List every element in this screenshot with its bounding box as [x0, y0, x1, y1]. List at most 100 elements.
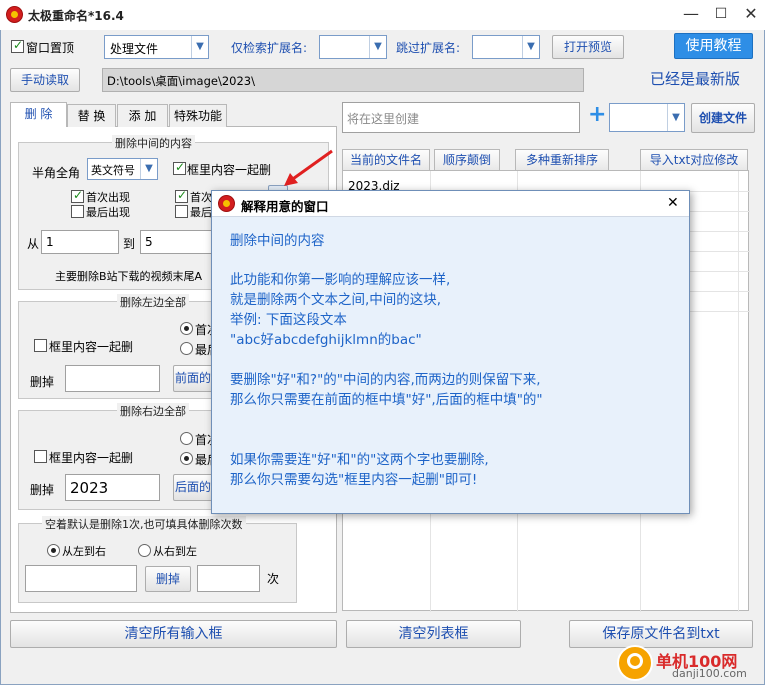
skip-ext-select[interactable]: ▼: [472, 35, 540, 59]
popup-line: 就是删除两个文本之间,中间的这块,: [230, 292, 442, 308]
header-resort[interactable]: 多种重新排序: [515, 149, 609, 171]
from-input[interactable]: 1: [41, 230, 119, 254]
left-front-button[interactable]: 前面的: [173, 365, 213, 392]
tutorial-button[interactable]: 使用教程: [674, 33, 753, 59]
middle-note: 主要删除B站下载的视频末尾A: [55, 270, 203, 283]
right-last-radio[interactable]: [180, 452, 193, 465]
app-logo-icon: [218, 195, 235, 212]
first-occur-2-checkbox[interactable]: [175, 188, 188, 203]
delete-count-title: 空着默认是删除1次,也可填具体删除次数: [42, 516, 246, 532]
right-to-left-radio[interactable]: [138, 544, 151, 557]
header-reverse-order[interactable]: 顺序颠倒: [434, 149, 500, 171]
close-button[interactable]: ✕: [740, 4, 762, 24]
watermark-logo-icon: [617, 645, 653, 681]
right-first-radio[interactable]: [180, 432, 193, 445]
popup-line: 删除中间的内容: [230, 233, 325, 249]
last-occur-checkbox[interactable]: [71, 205, 84, 218]
count-text-input[interactable]: [25, 565, 137, 592]
skip-ext-label: 跳过扩展名:: [396, 41, 461, 55]
delete-middle-title: 删除中间的内容: [112, 135, 195, 151]
right-delete-value: 2023: [70, 479, 109, 497]
clear-inputs-button[interactable]: 清空所有输入框: [10, 620, 337, 648]
update-status: 已经是最新版: [650, 70, 741, 88]
popup-title-bar: 解释用意的窗口 ✕: [212, 191, 689, 217]
first-occur-2-label: 首次: [190, 191, 212, 204]
to-label: 到: [123, 237, 136, 251]
header-current-name[interactable]: 当前的文件名: [342, 149, 430, 171]
mode-select[interactable]: 处理文件 ▼: [104, 35, 209, 59]
delete-right-title: 删除右边全部: [117, 403, 189, 419]
left-last-radio[interactable]: [180, 342, 193, 355]
count-number-input[interactable]: [197, 565, 260, 592]
tab-add[interactable]: 添 加: [117, 104, 168, 127]
chevron-down-icon: ▼: [369, 36, 386, 58]
create-file-button[interactable]: 创建文件: [691, 103, 755, 133]
create-placeholder: 将在这里创建: [347, 112, 420, 126]
to-input[interactable]: 5: [140, 230, 215, 254]
clear-list-button[interactable]: 清空列表框: [346, 620, 521, 648]
from-value: 1: [46, 235, 54, 249]
manual-read-button[interactable]: 手动读取: [10, 68, 80, 92]
middle-together-label: 框里内容一起删: [187, 163, 272, 177]
minimize-button[interactable]: —: [680, 4, 702, 24]
chevron-down-icon: ▼: [191, 36, 208, 58]
create-ext-select[interactable]: ▼: [609, 103, 685, 132]
plus-icon[interactable]: +: [588, 102, 606, 127]
pin-window-checkbox[interactable]: [11, 38, 24, 53]
only-ext-select[interactable]: ▼: [319, 35, 387, 59]
right-front-button[interactable]: 后面的: [173, 474, 213, 501]
width-label: 半角全角: [32, 166, 81, 180]
mode-select-value: 处理文件: [110, 42, 159, 56]
right-delete-input[interactable]: 2023: [65, 474, 160, 501]
header-import-txt[interactable]: 导入txt对应修改: [640, 149, 748, 171]
maximize-button[interactable]: ☐: [710, 4, 732, 24]
popup-line: 如果你需要连"好"和"的"这两个字也要删除,: [230, 452, 489, 468]
only-ext-label: 仅检索扩展名:: [231, 41, 308, 55]
left-to-right-radio[interactable]: [47, 544, 60, 557]
from-label: 从: [27, 237, 40, 251]
last-occur-2-checkbox[interactable]: [175, 205, 188, 218]
left-delete-input[interactable]: [65, 365, 160, 392]
path-value: D:\tools\桌面\image\2023\: [107, 74, 255, 88]
arrow-annotation-icon: [284, 149, 333, 186]
tab-delete[interactable]: 删 除: [10, 102, 67, 127]
popup-close-button[interactable]: ✕: [667, 195, 679, 211]
popup-line: "abc好abcdefghijklmn的bac": [230, 332, 422, 348]
app-logo-icon: [6, 6, 23, 23]
explanation-popup: 解释用意的窗口 ✕ 删除中间的内容 此功能和你第一影响的理解应该一样, 就是删除…: [211, 190, 690, 514]
right-to-left-label: 从右到左: [153, 545, 197, 558]
left-together-checkbox[interactable]: [34, 339, 47, 352]
count-delete-button[interactable]: 删掉: [145, 566, 191, 592]
width-select[interactable]: 英文符号 ▼: [87, 158, 158, 180]
popup-line: 此功能和你第一影响的理解应该一样,: [230, 272, 451, 288]
first-occur-checkbox[interactable]: [71, 188, 84, 203]
right-together-checkbox[interactable]: [34, 450, 47, 463]
window-title: 太极重命名*16.4: [28, 9, 124, 23]
left-together-label: 框里内容一起删: [49, 340, 134, 354]
chevron-down-icon: ▼: [667, 104, 684, 131]
left-delete-label: 删掉: [30, 375, 55, 389]
tab-special[interactable]: 特殊功能: [169, 104, 227, 127]
title-bar: 太极重命名*16.4 — ☐ ✕: [0, 0, 765, 30]
create-input[interactable]: 将在这里创建: [342, 102, 580, 133]
right-delete-label: 删掉: [30, 483, 55, 497]
path-field[interactable]: D:\tools\桌面\image\2023\: [102, 68, 584, 92]
middle-together-checkbox[interactable]: [173, 160, 186, 175]
save-names-button[interactable]: 保存原文件名到txt: [569, 620, 753, 648]
last-occur-label: 最后出现: [86, 206, 130, 219]
left-first-radio[interactable]: [180, 322, 193, 335]
popup-line: 那么你只需要勾选"框里内容一起删"即可!: [230, 472, 478, 488]
popup-line: 举例: 下面这段文本: [230, 312, 347, 328]
left-to-right-label: 从左到右: [62, 545, 106, 558]
open-preview-button[interactable]: 打开预览: [552, 35, 624, 59]
grid-line: [738, 171, 739, 612]
watermark-url: danji100.com: [672, 667, 747, 680]
times-label: 次: [267, 572, 280, 586]
width-select-value: 英文符号: [91, 164, 135, 177]
delete-left-title: 删除左边全部: [117, 294, 189, 310]
first-occur-label: 首次出现: [86, 191, 130, 204]
tab-replace[interactable]: 替 换: [67, 104, 116, 127]
popup-line: 要删除"好"和?"的"中间的内容,而两边的则保留下来,: [230, 372, 541, 388]
right-together-label: 框里内容一起删: [49, 451, 134, 465]
to-value: 5: [145, 235, 153, 249]
